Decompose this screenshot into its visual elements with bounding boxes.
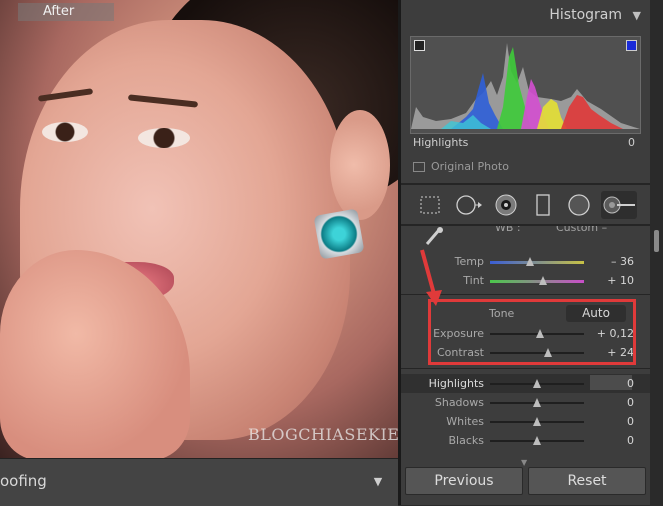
toolbar-dropdown-icon[interactable]: ▼	[367, 475, 389, 491]
original-photo-label: Original Photo	[431, 160, 509, 173]
shadows-slider-row[interactable]: Shadows 0	[401, 393, 650, 412]
highlights-label: Highlights	[428, 377, 484, 390]
tint-label: Tint	[463, 274, 484, 287]
section-divider	[401, 183, 650, 185]
whites-label: Whites	[446, 415, 484, 428]
ear	[330, 110, 390, 220]
graduated-filter-icon[interactable]	[529, 191, 557, 219]
blacks-label: Blacks	[448, 434, 485, 447]
spot-removal-icon[interactable]	[454, 191, 482, 219]
white-balance-row: WB : Custom –	[401, 226, 650, 238]
shadows-label: Shadows	[434, 396, 484, 409]
shadows-value[interactable]: 0	[627, 396, 634, 409]
toolbar-bottom: oofing ▼	[0, 458, 398, 506]
adjustment-brush-icon[interactable]	[601, 191, 637, 219]
earring	[313, 208, 365, 260]
temp-value[interactable]: – 36	[611, 255, 634, 268]
panel-scrollbar[interactable]	[650, 0, 663, 505]
histogram-readout-label: Highlights	[413, 136, 469, 149]
wb-preset-dropdown[interactable]: Custom –	[556, 226, 607, 234]
shadows-slider-knob[interactable]	[533, 398, 541, 407]
original-photo-toggle[interactable]: Original Photo	[413, 160, 509, 173]
blacks-value[interactable]: 0	[627, 434, 634, 447]
tool-strip	[410, 188, 639, 222]
temp-label: Temp	[454, 255, 484, 268]
crop-overlay-icon[interactable]	[416, 191, 444, 219]
highlights-slider-row[interactable]: Highlights 0	[401, 374, 650, 393]
histogram-header[interactable]: Histogram ▼	[401, 0, 650, 30]
annotation-arrow-icon	[420, 249, 442, 306]
histogram-readout-value: 0	[628, 136, 635, 149]
temp-slider-knob[interactable]	[526, 257, 535, 266]
histogram-readout: Highlights 0	[413, 136, 635, 149]
panel-button-row: Previous Reset	[401, 467, 650, 495]
histogram-title: Histogram	[549, 7, 622, 23]
whites-slider-row[interactable]: Whites 0	[401, 412, 650, 431]
annotation-highlight-box	[428, 299, 636, 365]
highlights-value[interactable]: 0	[627, 377, 634, 390]
photo-preview: After BLOGCHIASEKIENTHUC.COM	[0, 0, 398, 458]
tint-slider-track[interactable]	[490, 280, 584, 283]
collapse-triangle-icon[interactable]: ▼	[633, 9, 641, 22]
blacks-slider-row[interactable]: Blacks 0	[401, 431, 650, 450]
temp-slider-track[interactable]	[490, 261, 584, 264]
tint-slider-knob[interactable]	[538, 276, 547, 285]
previous-button[interactable]: Previous	[405, 467, 523, 495]
panel-end-marker-icon: ▼	[521, 458, 528, 467]
blacks-slider-knob[interactable]	[533, 436, 541, 445]
histogram-curves	[411, 43, 640, 129]
right-eye	[138, 128, 190, 148]
scrollbar-thumb[interactable]	[654, 230, 659, 252]
highlights-slider-knob[interactable]	[533, 379, 541, 388]
reset-button[interactable]: Reset	[528, 467, 646, 495]
highlights-value-field[interactable]	[590, 375, 632, 390]
section-divider	[401, 368, 650, 369]
watermark: BLOGCHIASEKIENTHUC.COM	[248, 425, 398, 444]
soft-proofing-label[interactable]: oofing	[0, 472, 47, 490]
histogram-graph[interactable]	[410, 36, 641, 134]
whites-slider-knob[interactable]	[533, 417, 541, 426]
left-eye	[42, 122, 88, 142]
wb-label: WB :	[495, 226, 521, 234]
after-view-label: After	[18, 3, 114, 21]
radial-filter-icon[interactable]	[565, 191, 593, 219]
original-photo-checkbox[interactable]	[413, 162, 425, 172]
tint-value[interactable]: + 10	[607, 274, 634, 287]
whites-value[interactable]: 0	[627, 415, 634, 428]
red-eye-icon[interactable]	[492, 191, 520, 219]
